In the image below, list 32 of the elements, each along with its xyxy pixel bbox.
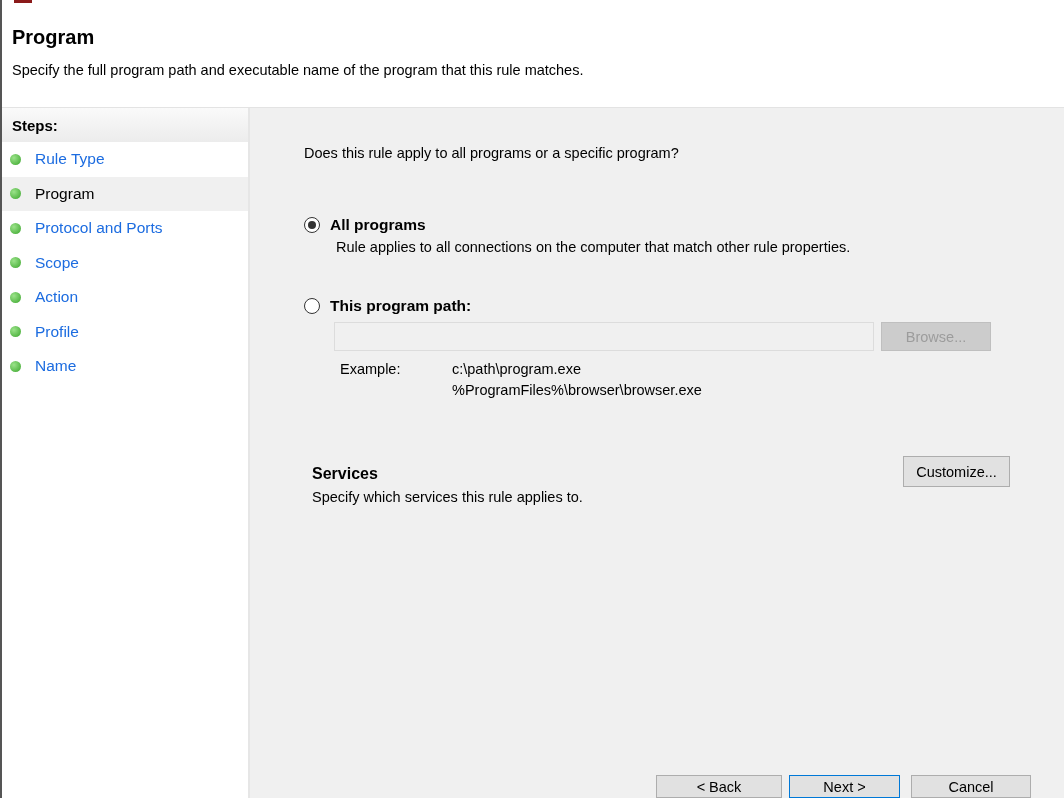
step-item[interactable]: Rule Type [2, 142, 248, 177]
step-item[interactable]: Name [2, 349, 248, 384]
wizard-button[interactable]: Cancel [911, 775, 1031, 798]
example-path: %ProgramFiles%\browser\browser.exe [452, 380, 703, 400]
status-dot-icon [10, 326, 21, 338]
status-dot-icon [10, 153, 21, 165]
option-label[interactable]: All programs [330, 216, 426, 234]
step-item[interactable]: Action [2, 280, 248, 315]
status-dot-icon [10, 188, 21, 200]
step-item[interactable]: Protocol and Ports [2, 211, 248, 246]
step-item[interactable]: Scope [2, 245, 248, 280]
wizard-button[interactable]: < Back [656, 775, 782, 798]
status-dot-icon [10, 257, 21, 269]
step-item[interactable]: Program [2, 176, 248, 211]
question-text: Does this rule apply to all programs or a specific program? [304, 145, 680, 161]
option-label[interactable]: This program path: [330, 297, 472, 315]
radio-button[interactable] [304, 217, 320, 233]
page-description: Specify the full program path and executable name of the program that this rule matches. [12, 62, 585, 78]
services-description: Specify which services this rule applies to. [312, 489, 583, 505]
radio-button[interactable] [304, 298, 320, 314]
page-title: Program [12, 26, 96, 49]
example-label: Example: [340, 360, 402, 379]
customize-button[interactable]: Customize... [903, 456, 1010, 487]
status-dot-icon [10, 291, 21, 303]
services-title: Services [312, 465, 379, 483]
option-description: Rule applies to all connections on the computer that match other rule properties. [336, 239, 852, 255]
status-dot-icon [10, 222, 21, 234]
status-dot-icon [10, 360, 21, 372]
example-path: c:\path\program.exe [452, 360, 582, 379]
wizard-button[interactable]: Next > [789, 775, 900, 798]
step-item[interactable]: Profile [2, 314, 248, 349]
steps-title: Steps: [2, 108, 248, 142]
